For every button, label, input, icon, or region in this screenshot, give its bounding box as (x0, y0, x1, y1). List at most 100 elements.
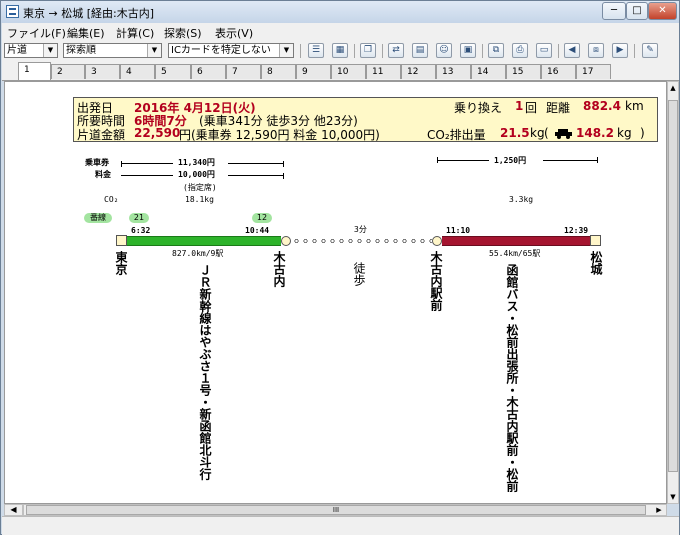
toolbar-separator (634, 44, 635, 58)
close-paren: ) (640, 126, 645, 140)
station-origin-marker[interactable] (116, 235, 127, 246)
app-window: 東京 → 松城 [経由:木古内] ─ □ ✕ ファイル(F) 編集(E) 計算(… (0, 0, 680, 535)
segment2-train-name: 函館バス・松前出張所・木古内駅前・松前 (505, 264, 519, 492)
car-icon (555, 129, 572, 139)
tab-14[interactable]: 14 (471, 64, 506, 79)
toolbar-separator (482, 44, 483, 58)
tab-6[interactable]: 6 (191, 64, 226, 79)
segment2-bar[interactable] (442, 236, 590, 246)
dropdown-arrow-icon: ▼ (43, 44, 57, 57)
tab-12[interactable]: 12 (401, 64, 436, 79)
segment1-bar[interactable] (127, 236, 281, 246)
transfer-count: 1 (515, 99, 524, 113)
distance-unit: km (625, 99, 644, 113)
tab-8[interactable]: 8 (261, 64, 296, 79)
scroll-right-icon[interactable]: ▶ (652, 505, 666, 515)
fare-label: 片道金額 (77, 128, 126, 142)
walk-path (292, 238, 432, 244)
segment1-ticket: 11,340円 (178, 158, 215, 167)
toolbar-separator (558, 44, 559, 58)
co2-car-value: 148.2 (576, 126, 614, 140)
station-transfer1-name[interactable]: 木古内 (271, 251, 288, 287)
tab-11[interactable]: 11 (366, 64, 401, 79)
edit-icon[interactable]: ✎ (642, 43, 658, 58)
route-icon[interactable]: ⇄ (388, 43, 404, 58)
title-bar[interactable]: 東京 → 松城 [経由:木古内] ─ □ ✕ (1, 1, 679, 23)
fare-line (437, 160, 489, 161)
people-icon[interactable]: ☺ (436, 43, 452, 58)
tab-3[interactable]: 3 (85, 64, 120, 79)
back-icon[interactable]: ◀ (564, 43, 580, 58)
co2-value: 21.5 (500, 126, 530, 140)
station-transfer1-marker[interactable] (281, 236, 291, 246)
station-transfer2-name[interactable]: 木古内駅前 (428, 251, 445, 311)
minimize-button[interactable]: ─ (602, 2, 626, 20)
fee-line (121, 175, 173, 176)
scroll-up-icon[interactable]: ▲ (668, 82, 678, 94)
segment1-arr-time: 10:44 (245, 226, 270, 235)
segment1-distance: 827.0km/9駅 (172, 249, 224, 258)
tab-13[interactable]: 13 (436, 64, 471, 79)
ic-card-select[interactable]: ICカードを特定しない ▼ (168, 43, 294, 58)
distance-label: 距離 (546, 101, 571, 115)
calendar-icon[interactable]: ▣ (460, 43, 476, 58)
fee-line (228, 175, 283, 176)
scroll-left-icon[interactable]: ◀ (4, 504, 23, 516)
copy-icon[interactable]: ⧉ (488, 43, 504, 58)
tab-10[interactable]: 10 (331, 64, 366, 79)
ticket-legend-label: 乗車券 (85, 158, 109, 167)
save-icon[interactable]: ▭ (536, 43, 552, 58)
station-transfer2-marker[interactable] (432, 236, 442, 246)
tab-7[interactable]: 7 (226, 64, 261, 79)
tab-15[interactable]: 15 (506, 64, 541, 79)
route-detail-panel (4, 81, 667, 504)
segment1-fee: 10,000円 (178, 170, 215, 179)
trip-mode-select[interactable]: 片道 ▼ (4, 43, 58, 58)
tab-5[interactable]: 5 (155, 64, 191, 79)
menu-bar: ファイル(F) 編集(E) 計算(C) 探索(S) 表示(V) (2, 23, 679, 40)
co2-legend-label: CO₂ (104, 195, 119, 204)
tab-16[interactable]: 16 (541, 64, 576, 79)
co2-label: CO₂排出量 (427, 128, 486, 142)
vertical-scrollbar[interactable]: ▲ ▼ (667, 81, 679, 504)
map-view-icon[interactable]: ▦ (332, 43, 348, 58)
segment2-distance: 55.4km/65駅 (489, 249, 541, 258)
station-destination-name[interactable]: 松城 (588, 251, 605, 275)
sort-order-select[interactable]: 探索順 ▼ (63, 43, 162, 58)
pages-icon[interactable]: ⧈ (588, 43, 604, 58)
tab-1[interactable]: 1 (18, 62, 51, 80)
tab-4[interactable]: 4 (120, 64, 155, 79)
menu-view[interactable]: 表示(V) (215, 25, 253, 41)
menu-calc[interactable]: 計算(C) (116, 25, 154, 41)
vertical-scroll-thumb[interactable] (668, 100, 678, 472)
horizontal-scrollbar[interactable]: III ▶ (23, 504, 667, 516)
tab-17[interactable]: 17 (576, 64, 611, 79)
tab-2[interactable]: 2 (51, 64, 85, 79)
segment2-arr-time: 12:39 (564, 226, 589, 235)
platform-from-badge: 21 (129, 213, 149, 223)
segment2-co2: 3.3kg (509, 195, 534, 204)
window-icon[interactable]: ❐ (360, 43, 376, 58)
scroll-down-icon[interactable]: ▼ (668, 491, 678, 503)
platform-to-badge: 12 (252, 213, 272, 223)
list-view-icon[interactable]: ☰ (308, 43, 324, 58)
horizontal-scroll-thumb[interactable]: III (26, 505, 646, 515)
maximize-button[interactable]: □ (626, 2, 648, 20)
menu-edit[interactable]: 編集(E) (67, 25, 105, 41)
transfer-label: 乗り換え (454, 101, 503, 115)
tab-9[interactable]: 9 (296, 64, 331, 79)
walk-duration: 3分 (354, 225, 367, 234)
walk-label: 徒歩 (352, 262, 366, 286)
station-destination-marker[interactable] (590, 235, 601, 246)
print-icon[interactable]: ⎙ (512, 43, 528, 58)
menu-file[interactable]: ファイル(F) (7, 25, 66, 41)
close-button[interactable]: ✕ (648, 2, 677, 20)
trip-mode-value: 片道 (7, 45, 27, 56)
station-origin-name[interactable]: 東京 (113, 251, 130, 275)
distance-value: 882.4 (583, 99, 621, 113)
forward-icon[interactable]: ▶ (612, 43, 628, 58)
document-icon[interactable]: ▤ (412, 43, 428, 58)
transfer-unit: 回 (525, 101, 538, 115)
menu-search[interactable]: 探索(S) (164, 25, 202, 41)
fare-total: 22,590 (134, 126, 181, 140)
